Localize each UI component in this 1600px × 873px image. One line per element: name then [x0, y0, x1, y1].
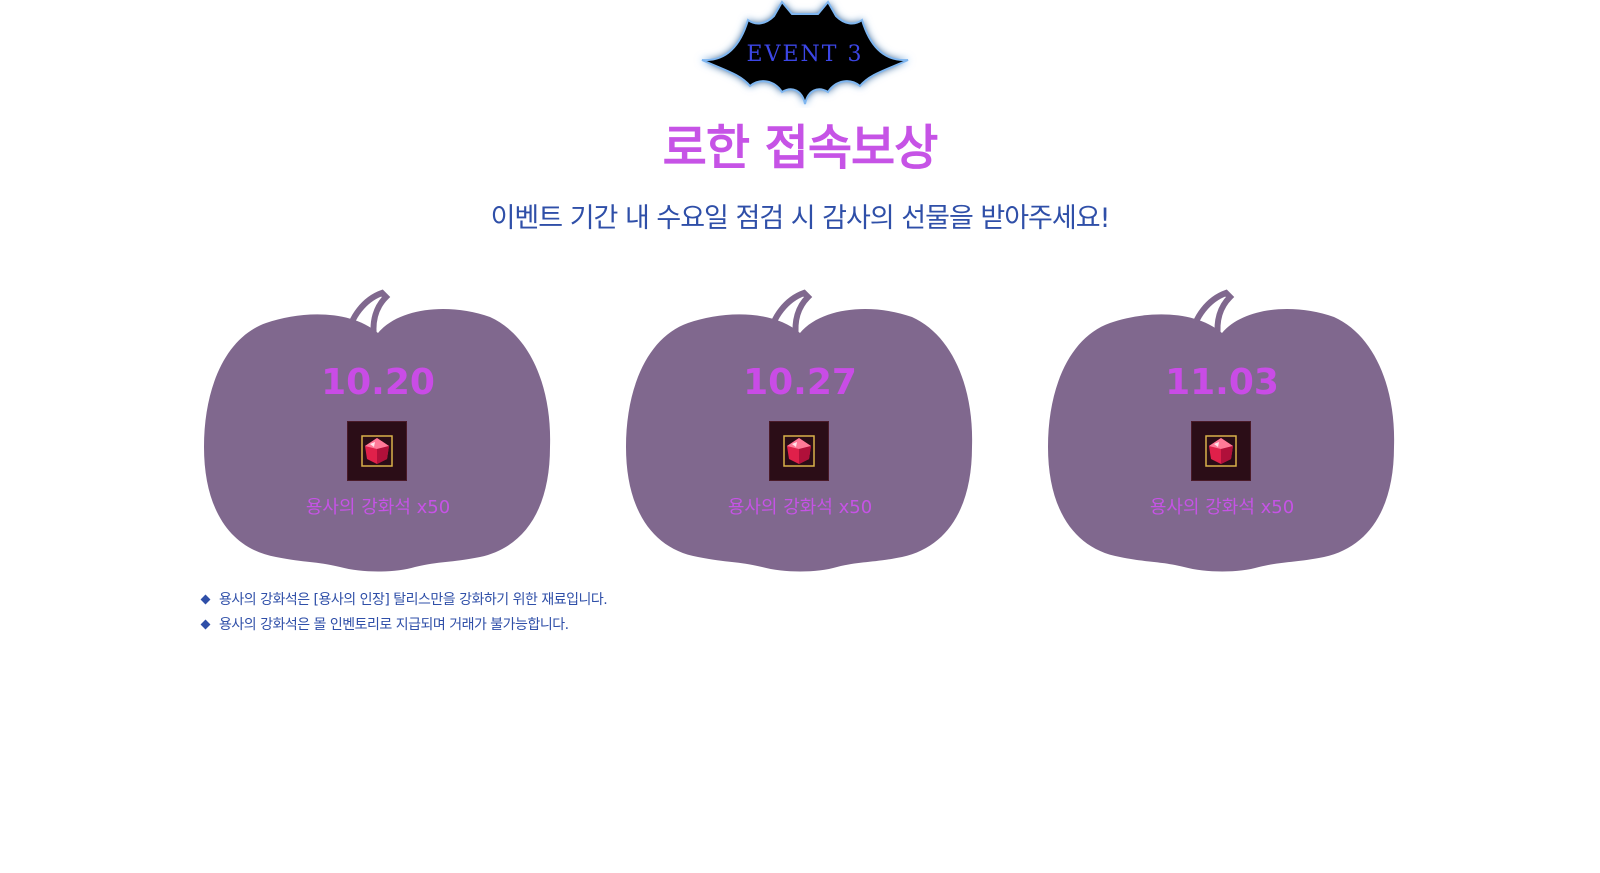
reward-card-1: 10.20 용사의 강화석 x50	[200, 277, 556, 573]
note-text: 용사의 강화석은 몰 인벤토리로 지급되며 거래가 불가능합니다.	[219, 617, 569, 633]
event-bat-badge: EVENT 3	[690, 0, 920, 108]
red-gem-icon	[783, 435, 815, 467]
reward-item-name: 용사의 강화석 x50	[1149, 497, 1295, 518]
red-gem-icon	[1205, 435, 1237, 467]
event-page: EVENT 3 로한 접속보상 이벤트 기간 내 수요일 점검 시 감사의 선물…	[0, 0, 1600, 873]
page-subtitle: 이벤트 기간 내 수요일 점검 시 감사의 선물을 받아주세요!	[490, 203, 1111, 234]
notes-list: 용사의 강화석은 [용사의 인장] 탈리스만을 강화하기 위한 재료입니다. 용…	[200, 590, 608, 640]
reward-item-name: 용사의 강화석 x50	[305, 497, 451, 518]
page-title: 로한 접속보상	[662, 120, 939, 176]
reward-date: 11.03	[1165, 362, 1279, 403]
notes-list-item: 용사의 강화석은 [용사의 인장] 탈리스만을 강화하기 위한 재료입니다.	[200, 590, 608, 615]
reward-item-slot[interactable]	[1191, 421, 1251, 481]
reward-card-2: 10.27 용사의 강화석 x50	[622, 277, 978, 573]
notes-list-item: 용사의 강화석은 몰 인벤토리로 지급되며 거래가 불가능합니다.	[200, 615, 607, 640]
reward-date: 10.20	[321, 362, 435, 403]
red-gem-icon	[361, 435, 393, 467]
diamond-bullet-icon	[200, 619, 211, 630]
reward-date: 10.27	[743, 362, 857, 403]
event-number-label: EVENT 3	[746, 42, 864, 67]
reward-item-slot[interactable]	[769, 421, 829, 481]
reward-item-name: 용사의 강화석 x50	[727, 497, 873, 518]
reward-item-slot[interactable]	[347, 421, 407, 481]
diamond-bullet-icon	[200, 594, 211, 605]
note-text: 용사의 강화석은 [용사의 인장] 탈리스만을 강화하기 위한 재료입니다.	[219, 592, 608, 608]
reward-card-3: 11.03 용사의 강화석 x50	[1044, 277, 1400, 573]
